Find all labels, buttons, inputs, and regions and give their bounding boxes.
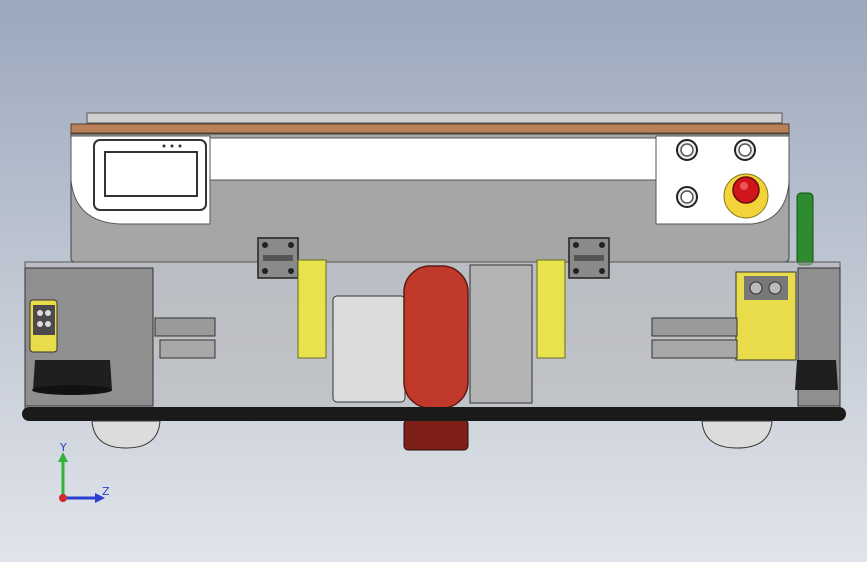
- hinge-left: [257, 237, 299, 279]
- bumper-bar: [22, 407, 846, 421]
- emergency-stop-button[interactable]: [723, 173, 769, 219]
- suspension-spring-right: [536, 259, 566, 359]
- left-lidar-sensor: [29, 299, 58, 353]
- top-plate-wood: [70, 123, 790, 134]
- control-button-top-left[interactable]: [676, 139, 698, 161]
- graphics-viewport[interactable]: Y Z: [0, 0, 867, 562]
- gearbox: [469, 264, 533, 404]
- display-screen: [104, 151, 198, 197]
- display-led: [178, 144, 182, 148]
- control-button-top-right[interactable]: [734, 139, 756, 161]
- drive-motor: [332, 295, 406, 403]
- control-button-bottom-left[interactable]: [676, 186, 698, 208]
- drive-wheel: [403, 265, 469, 409]
- z-axis-label: Z: [102, 485, 110, 498]
- top-plate-upper: [86, 112, 783, 124]
- green-status-light: [796, 192, 814, 266]
- display-led: [170, 144, 174, 148]
- x-axis-dot: [59, 494, 67, 502]
- agv-model-front-view[interactable]: [0, 0, 867, 562]
- suspension-spring-left: [297, 259, 327, 359]
- right-white-panel: [655, 135, 790, 225]
- display-led: [162, 144, 166, 148]
- hinge-right: [568, 237, 610, 279]
- y-axis-label: Y: [60, 441, 67, 454]
- right-yellow-sensor: [735, 271, 797, 361]
- drive-wheel-bottom: [403, 419, 469, 451]
- caster-wheel-right: [701, 420, 773, 449]
